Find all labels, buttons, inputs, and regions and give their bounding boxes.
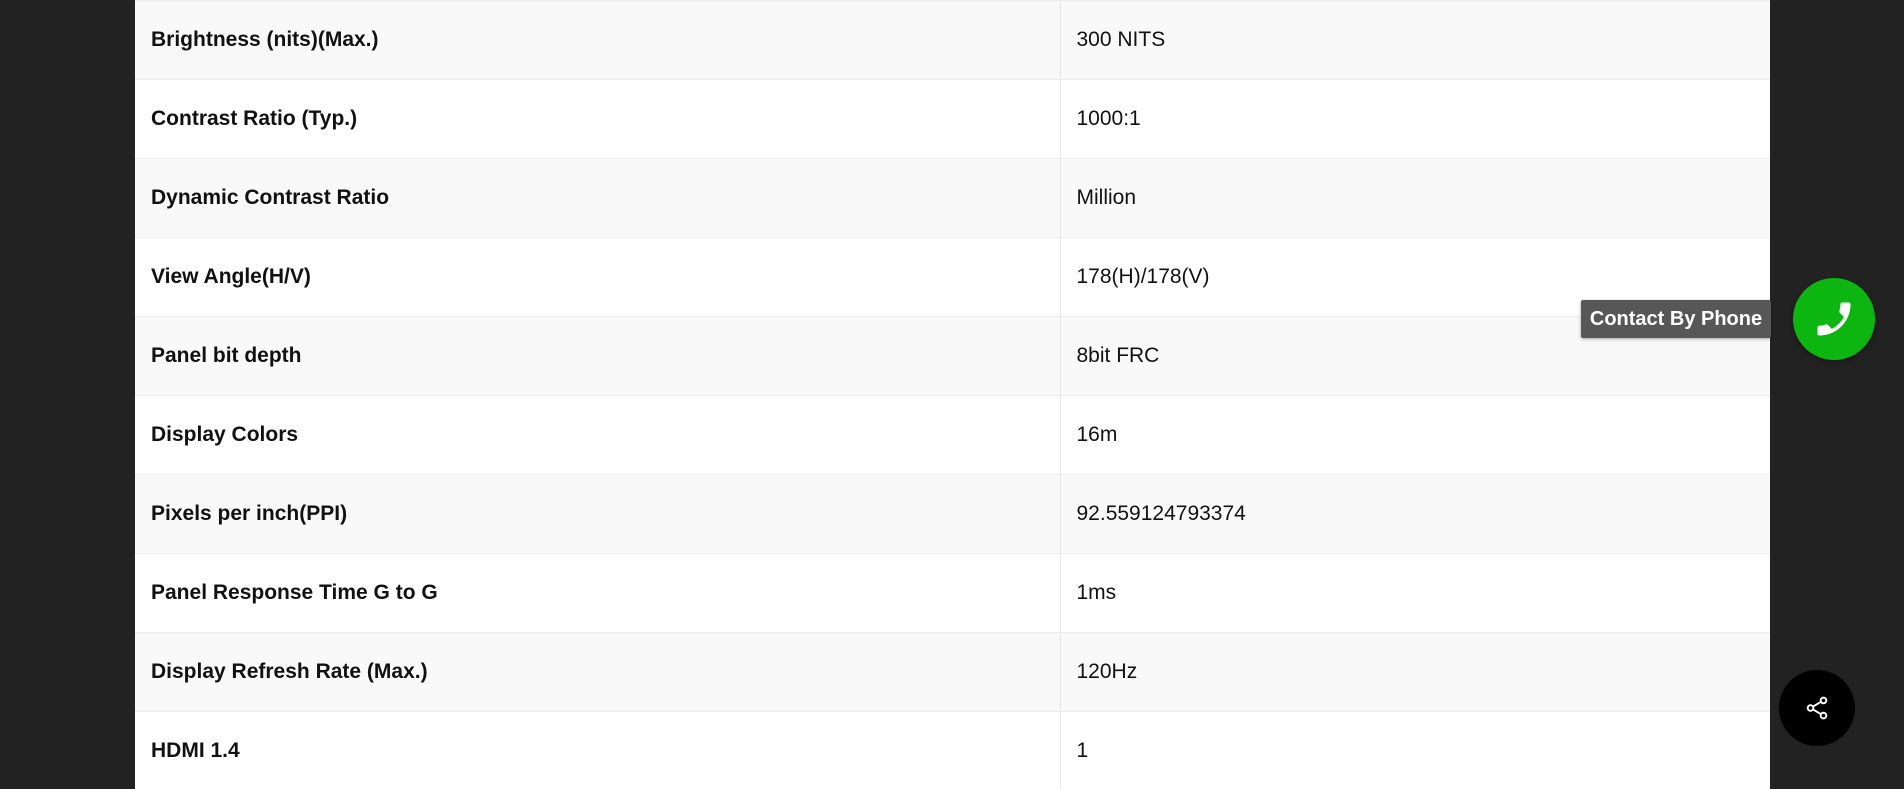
spec-label: Brightness (nits)(Max.) <box>135 0 1061 80</box>
spec-value: 16m <box>1060 395 1770 475</box>
spec-label: Panel bit depth <box>135 316 1061 396</box>
table-row: Dynamic Contrast Ratio Million <box>135 158 1770 238</box>
table-row: Display Refresh Rate (Max.) 120Hz <box>135 632 1770 712</box>
table-row: Panel bit depth 8bit FRC <box>135 316 1770 396</box>
table-row: View Angle(H/V) 178(H)/178(V) <box>135 237 1770 317</box>
spec-value: 1000:1 <box>1060 79 1770 159</box>
contact-by-phone-tooltip: Contact By Phone <box>1581 300 1771 338</box>
spec-table: Brightness (nits)(Max.) 300 NITS Contras… <box>135 0 1770 789</box>
spec-value: 1ms <box>1060 553 1770 633</box>
share-icon <box>1806 696 1828 720</box>
table-row: Pixels per inch(PPI) 92.559124793374 <box>135 474 1770 554</box>
table-row: Contrast Ratio (Typ.) 1000:1 <box>135 79 1770 159</box>
spec-value: 1 <box>1060 711 1770 789</box>
spec-label: Panel Response Time G to G <box>135 553 1061 633</box>
table-row: Brightness (nits)(Max.) 300 NITS <box>135 0 1770 80</box>
spec-label: Pixels per inch(PPI) <box>135 474 1061 554</box>
spec-label: Display Refresh Rate (Max.) <box>135 632 1061 712</box>
spec-value: 300 NITS <box>1060 0 1770 80</box>
spec-label: HDMI 1.4 <box>135 711 1061 789</box>
table-row: HDMI 1.4 1 <box>135 711 1770 789</box>
spec-label: Dynamic Contrast Ratio <box>135 158 1061 238</box>
spec-value: 92.559124793374 <box>1060 474 1770 554</box>
phone-icon <box>1817 302 1851 336</box>
spec-label: View Angle(H/V) <box>135 237 1061 317</box>
table-row: Panel Response Time G to G 1ms <box>135 553 1770 633</box>
spec-value: Million <box>1060 158 1770 238</box>
spec-value: 120Hz <box>1060 632 1770 712</box>
share-button[interactable] <box>1779 670 1855 746</box>
spec-label: Display Colors <box>135 395 1061 475</box>
page: Brightness (nits)(Max.) 300 NITS Contras… <box>0 0 1904 789</box>
contact-by-phone-button[interactable] <box>1793 278 1875 360</box>
table-row: Display Colors 16m <box>135 395 1770 475</box>
spec-label: Contrast Ratio (Typ.) <box>135 79 1061 159</box>
